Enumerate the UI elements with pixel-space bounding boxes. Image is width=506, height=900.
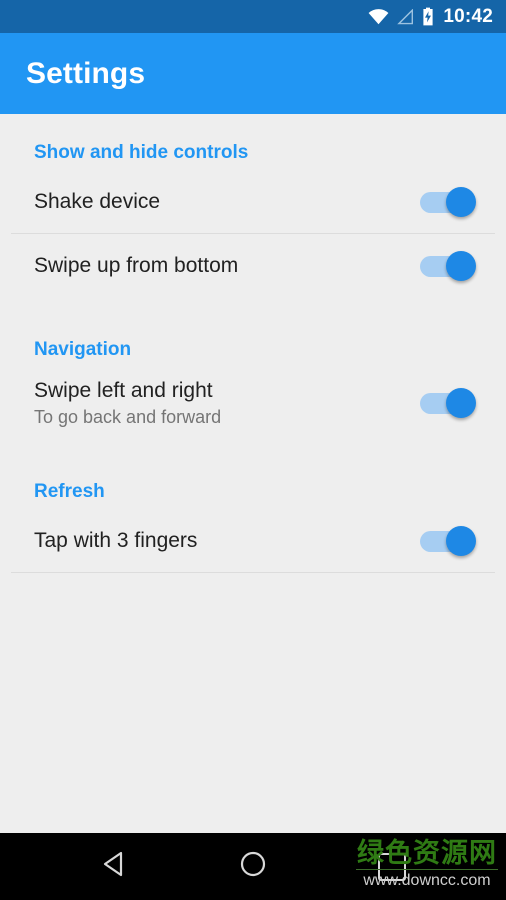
- status-bar-icons: [368, 7, 434, 26]
- setting-row-swipe-up-from-bottom[interactable]: Swipe up from bottom: [0, 234, 506, 297]
- setting-title: Shake device: [34, 189, 161, 213]
- home-icon: [239, 850, 267, 883]
- setting-title: Swipe up from bottom: [34, 253, 239, 277]
- toggle-swipe-up-from-bottom[interactable]: [420, 250, 476, 281]
- toggle-thumb: [446, 525, 476, 556]
- setting-title: Swipe left and right: [34, 378, 213, 402]
- section-navigation: Navigation Swipe left and right To go ba…: [0, 333, 506, 439]
- settings-list: Show and hide controls Shake device Swip…: [0, 114, 506, 833]
- row-texts: Swipe up from bottom: [34, 253, 238, 279]
- row-divider: [11, 572, 495, 573]
- setting-title: Tap with 3 fingers: [34, 528, 198, 552]
- toggle-shake-device[interactable]: [420, 186, 476, 217]
- page-title: Settings: [26, 56, 146, 90]
- row-texts: Tap with 3 fingers: [34, 528, 197, 554]
- nav-recents-button[interactable]: [352, 833, 432, 900]
- section-show-and-hide-controls: Show and hide controls Shake device Swip…: [0, 136, 506, 297]
- wifi-icon: [368, 8, 389, 25]
- cellular-signal-icon: [397, 8, 414, 25]
- toggle-thumb: [446, 186, 476, 217]
- phone-screen: 10:42 Settings Show and hide controls Sh…: [0, 0, 506, 900]
- back-icon: [100, 850, 126, 883]
- section-refresh: Refresh Tap with 3 fingers: [0, 475, 506, 573]
- status-bar: 10:42: [0, 0, 506, 33]
- toggle-swipe-left-and-right[interactable]: [420, 388, 476, 418]
- setting-row-shake-device[interactable]: Shake device: [0, 170, 506, 233]
- nav-home-button[interactable]: [213, 833, 293, 900]
- section-header-navigation: Navigation: [34, 339, 132, 360]
- toggle-thumb: [446, 388, 476, 418]
- toggle-tap-with-3-fingers[interactable]: [420, 525, 476, 556]
- recents-icon: [378, 852, 406, 881]
- battery-charging-icon: [422, 7, 434, 26]
- row-texts: Shake device: [34, 189, 160, 215]
- toggle-thumb: [446, 250, 476, 281]
- status-bar-clock: 10:42: [443, 5, 493, 27]
- nav-back-button[interactable]: [73, 833, 153, 900]
- section-header-refresh: Refresh: [34, 481, 105, 502]
- setting-row-swipe-left-and-right[interactable]: Swipe left and right To go back and forw…: [0, 367, 506, 439]
- android-navigation-bar: 绿色资源网 www.downcc.com: [0, 833, 506, 900]
- setting-row-tap-with-3-fingers[interactable]: Tap with 3 fingers: [0, 509, 506, 572]
- row-texts: Swipe left and right To go back and forw…: [34, 378, 221, 429]
- setting-subtitle: To go back and forward: [34, 406, 222, 427]
- app-bar: Settings: [0, 33, 506, 114]
- section-header-show-and-hide-controls: Show and hide controls: [34, 142, 249, 163]
